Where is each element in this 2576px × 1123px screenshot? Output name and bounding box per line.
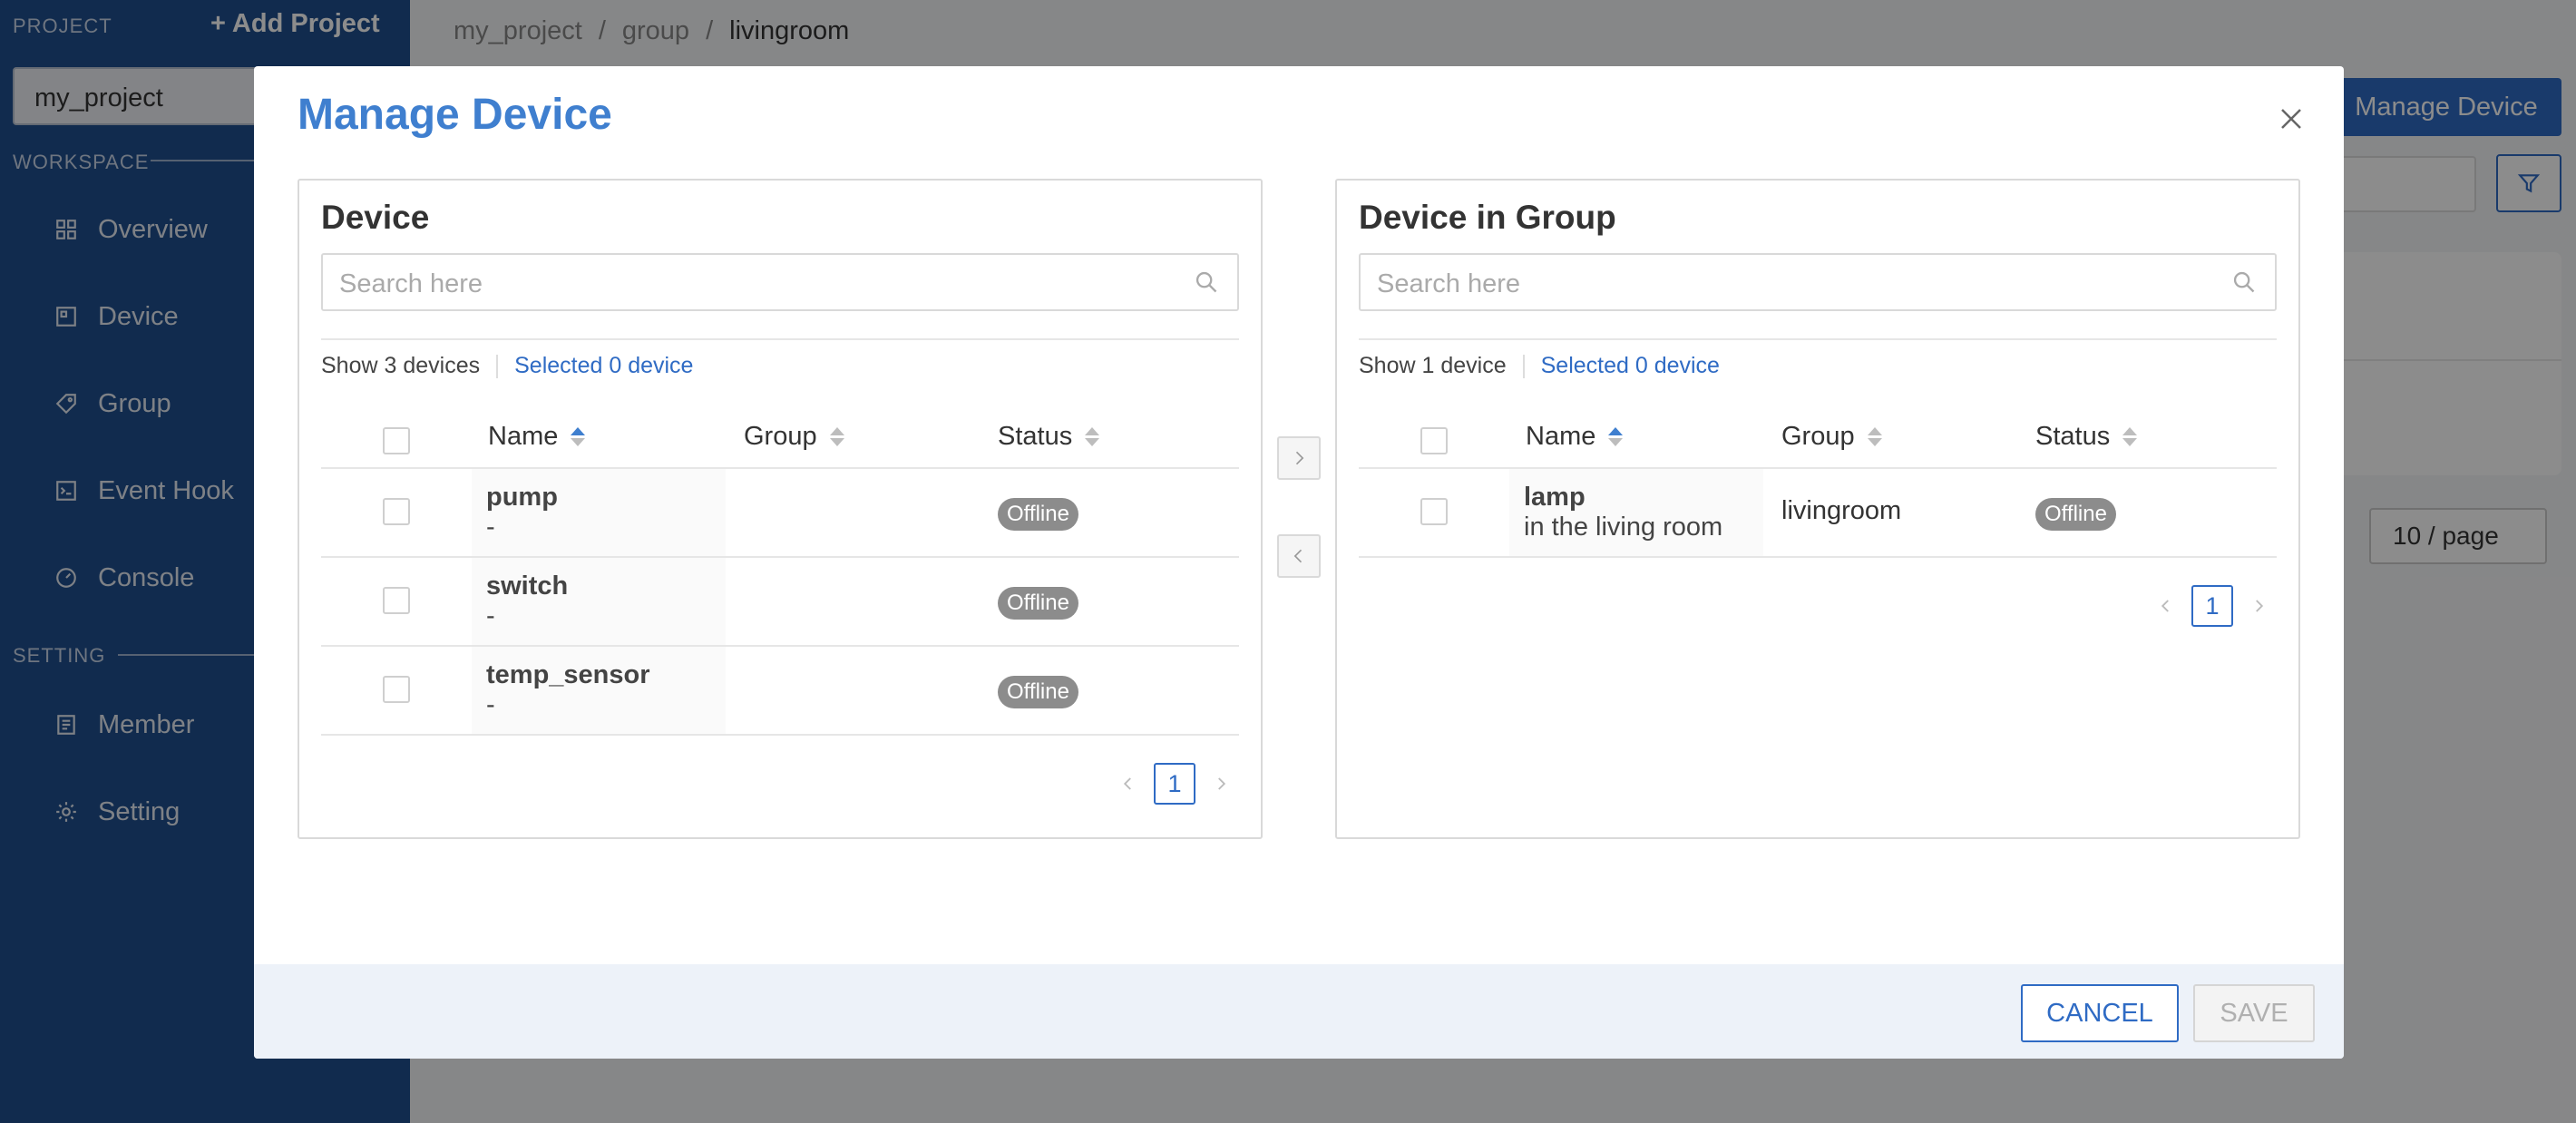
column-name[interactable]: Name — [1526, 422, 1624, 452]
search-placeholder: Search here — [339, 269, 483, 298]
column-label: Status — [2035, 422, 2111, 451]
pagination: 1 — [1117, 763, 1232, 805]
sort-icon[interactable] — [1085, 427, 1100, 446]
panel-title: Device in Group — [1359, 199, 1616, 236]
row-checkbox[interactable] — [383, 498, 410, 525]
selection-summary: Show 3 devices Selected 0 device — [321, 353, 693, 379]
sort-icon[interactable] — [571, 427, 586, 446]
device-name: lamp — [1524, 483, 1586, 512]
chevron-right-icon — [1295, 451, 1304, 465]
page-number[interactable]: 1 — [2191, 585, 2233, 627]
column-label: Group — [744, 422, 817, 451]
column-label: Group — [1781, 422, 1855, 451]
chevron-right-icon — [1218, 777, 1226, 790]
search-input[interactable]: Search here — [321, 253, 1239, 311]
column-group[interactable]: Group — [744, 422, 844, 452]
row-checkbox[interactable] — [383, 587, 410, 614]
divider — [321, 338, 1239, 340]
column-group[interactable]: Group — [1781, 422, 1882, 452]
search-input[interactable]: Search here — [1359, 253, 2277, 311]
name-cell: temp_sensor - — [472, 647, 726, 734]
status-badge: Offline — [998, 587, 1078, 620]
column-status[interactable]: Status — [998, 422, 1100, 452]
chevron-right-icon — [2256, 600, 2264, 612]
column-name[interactable]: Name — [488, 422, 586, 452]
status-badge: Offline — [2035, 498, 2116, 531]
available-devices-panel: Device Search here Show 3 devices Select… — [298, 179, 1263, 839]
search-placeholder: Search here — [1377, 269, 1520, 298]
name-cell: lamp in the living room — [1509, 469, 1763, 556]
name-cell: pump - — [472, 469, 726, 556]
device-count: Show 3 devices — [321, 353, 481, 378]
status-badge: Offline — [998, 498, 1078, 531]
divider — [496, 354, 499, 378]
row-checkbox[interactable] — [1420, 498, 1448, 525]
save-button[interactable]: SAVE — [2193, 984, 2315, 1042]
selected-count: Selected 0 device — [514, 353, 694, 378]
manage-device-modal: Manage Device Device Search here Show 3 … — [254, 66, 2344, 1059]
table-row[interactable]: lamp in the living room livingroom Offli… — [1359, 469, 2277, 558]
table-header: Name Group Status — [321, 405, 1239, 469]
column-label: Name — [488, 422, 559, 451]
panel-title: Device — [321, 199, 430, 236]
device-group: livingroom — [1781, 496, 1902, 525]
search-icon — [1195, 271, 1217, 293]
cancel-button[interactable]: CANCEL — [2021, 984, 2179, 1042]
move-to-group-button[interactable] — [1277, 436, 1321, 480]
prev-page-button[interactable] — [2155, 595, 2177, 617]
column-label: Status — [998, 422, 1073, 451]
table-row[interactable]: pump - Offline — [321, 469, 1239, 558]
device-table: Name Group Status pump - Offline switch … — [321, 405, 1239, 736]
page-number[interactable]: 1 — [1154, 763, 1195, 805]
chevron-left-icon — [2161, 600, 2169, 612]
sort-icon[interactable] — [1608, 427, 1624, 446]
modal-title: Manage Device — [298, 91, 612, 139]
next-page-button[interactable] — [2248, 595, 2269, 617]
status-badge: Offline — [998, 676, 1078, 708]
row-checkbox[interactable] — [383, 676, 410, 703]
pagination: 1 — [2155, 585, 2269, 627]
sort-icon[interactable] — [2122, 427, 2138, 446]
device-name: temp_sensor — [486, 660, 650, 689]
device-description: - — [486, 513, 495, 542]
column-label: Name — [1526, 422, 1596, 451]
remove-from-group-button[interactable] — [1277, 534, 1321, 578]
group-devices-panel: Device in Group Search here Show 1 devic… — [1335, 179, 2300, 839]
table-row[interactable]: switch - Offline — [321, 558, 1239, 647]
next-page-button[interactable] — [1210, 773, 1232, 795]
selection-summary: Show 1 device Selected 0 device — [1359, 353, 1720, 379]
chevron-left-icon — [1123, 777, 1131, 790]
close-button[interactable] — [2269, 97, 2313, 141]
search-icon — [2233, 271, 2255, 293]
prev-page-button[interactable] — [1117, 773, 1139, 795]
divider — [1522, 354, 1525, 378]
sort-icon[interactable] — [1867, 427, 1882, 446]
select-all-checkbox[interactable] — [1420, 427, 1448, 454]
device-count: Show 1 device — [1359, 353, 1507, 378]
device-description: in the living room — [1524, 513, 1723, 542]
device-name: switch — [486, 571, 569, 601]
select-all-checkbox[interactable] — [383, 427, 410, 454]
column-status[interactable]: Status — [2035, 422, 2138, 452]
chevron-left-icon — [1293, 549, 1303, 563]
divider — [1359, 338, 2277, 340]
device-name: pump — [486, 483, 558, 512]
table-header: Name Group Status — [1359, 405, 2277, 469]
selected-count: Selected 0 device — [1540, 353, 1720, 378]
name-cell: switch - — [472, 558, 726, 645]
group-device-table: Name Group Status lamp in the living roo… — [1359, 405, 2277, 558]
sort-icon[interactable] — [829, 427, 844, 446]
device-description: - — [486, 601, 495, 630]
device-description: - — [486, 690, 495, 719]
table-row[interactable]: temp_sensor - Offline — [321, 647, 1239, 736]
close-icon — [2281, 109, 2301, 129]
